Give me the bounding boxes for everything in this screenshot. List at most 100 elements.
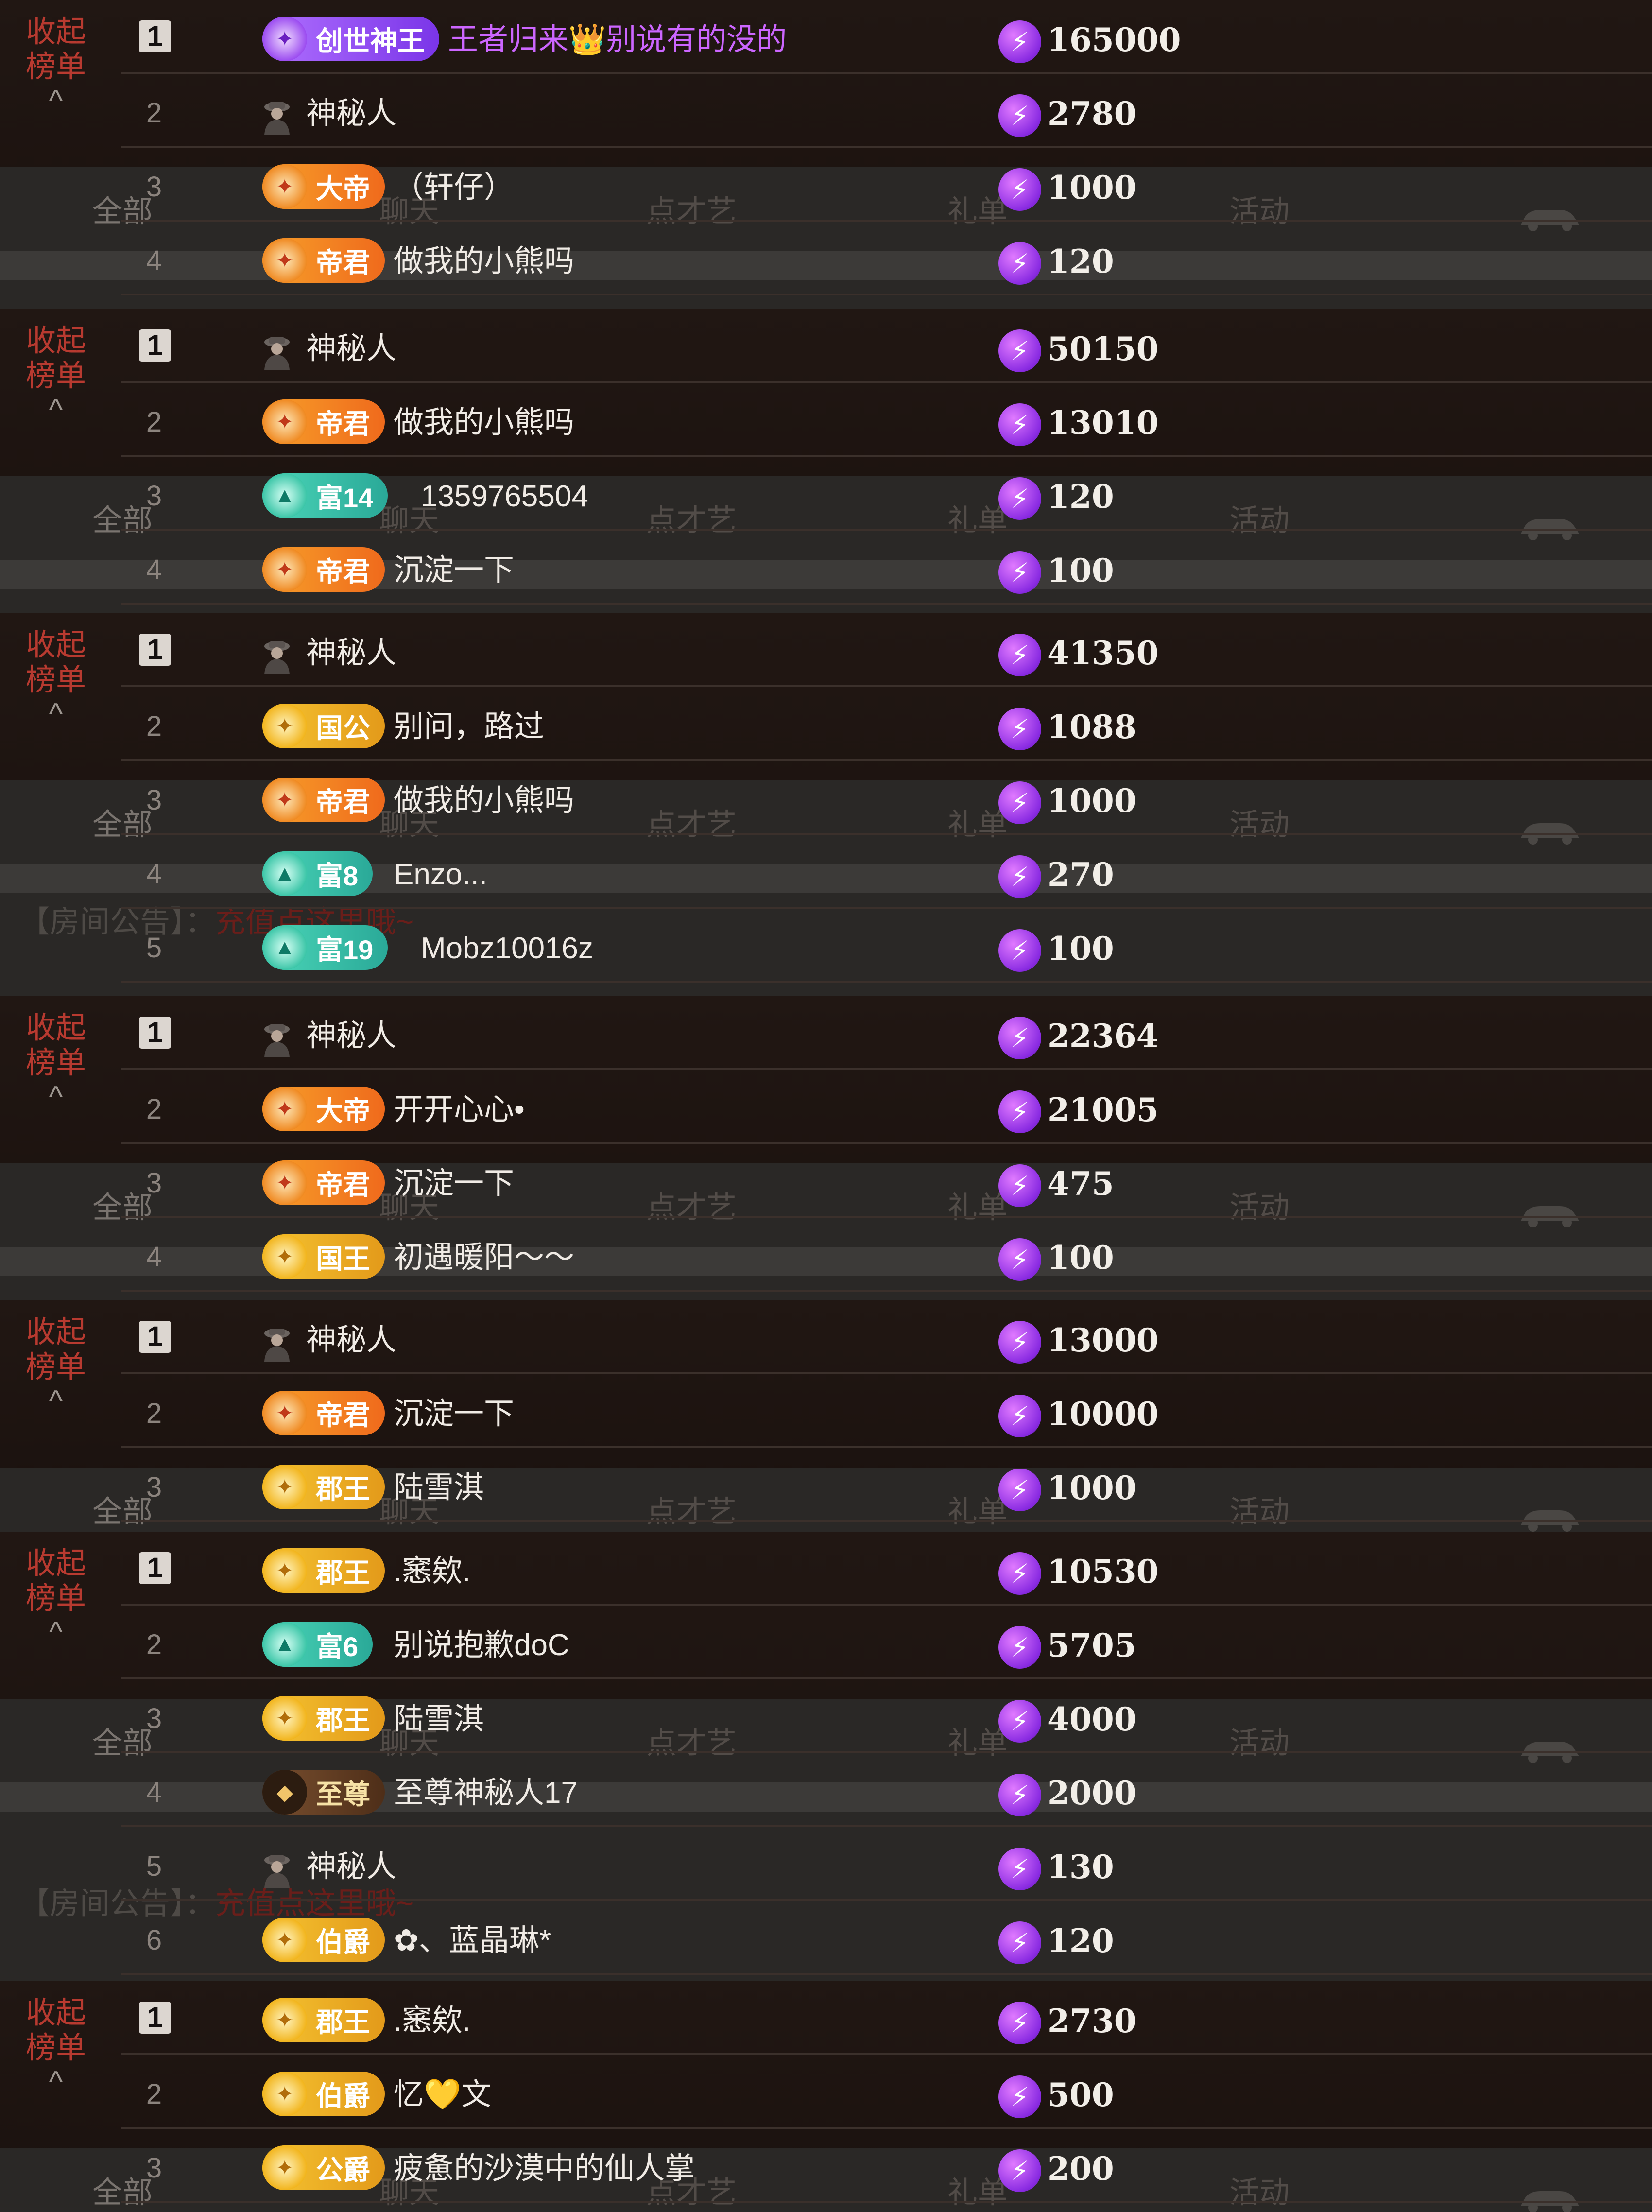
rank-number: 2 [146, 97, 162, 129]
contribution-score: 1088 [1047, 708, 1136, 746]
level-badge: ✦ 郡王 [262, 1998, 385, 2042]
leaderboard-row[interactable]: 3 ✦ 大帝 （轩仔） ⚡ 1000 [0, 148, 1652, 222]
user-name[interactable]: 神秘人 [306, 327, 396, 371]
user-name[interactable]: 沉淀一下 [394, 548, 514, 593]
leaderboard-row[interactable]: 6 ✦ 伯爵 ✿、蓝晶琳* ⚡ 120 [0, 1901, 1652, 1975]
contribution-score: 2780 [1047, 95, 1136, 133]
badge-label: 帝君 [316, 1400, 370, 1431]
leaderboard-row[interactable]: 3 ✦ 帝君 沉淀一下 ⚡ 475 [0, 1144, 1652, 1218]
user-name[interactable]: 忆💛文 [394, 2073, 491, 2117]
contribution-score: 270 [1047, 856, 1114, 894]
gift-lightning-icon: ⚡ [998, 94, 1041, 137]
contribution-score: 100 [1047, 930, 1114, 968]
leaderboard-row[interactable]: 1 ✦ 创世神王 王者归来👑别说有的没的 ⚡ 165000 [0, 0, 1652, 74]
leaderboard-row[interactable]: 3 ▲ 富14 1359765504 ⚡ 120 [0, 457, 1652, 531]
user-name[interactable]: 神秘人 [306, 631, 396, 675]
gift-lightning-icon: ⚡ [998, 1552, 1041, 1595]
leaderboard-row[interactable]: 1 神秘人 ⚡ 13000 [0, 1300, 1652, 1374]
leaderboard-row[interactable]: 1 神秘人 ⚡ 41350 [0, 613, 1652, 687]
contribution-score: 500 [1047, 2076, 1114, 2114]
user-name[interactable]: 做我的小熊吗 [394, 778, 574, 823]
wealth-icon: ▲ [262, 473, 307, 518]
level-badge: ✦ 大帝 [262, 164, 385, 209]
user-name[interactable]: （轩仔） [394, 165, 514, 210]
contribution-score: 1000 [1047, 1469, 1136, 1507]
user-name[interactable]: 别说抱歉doC [394, 1623, 569, 1668]
badge-label: 国王 [316, 1243, 370, 1274]
leaderboard-row[interactable]: 2 ▲ 富6 别说抱歉doC ⚡ 5705 [0, 1606, 1652, 1679]
rank-number: 2 [146, 710, 162, 742]
user-name[interactable]: 陆雪淇 [394, 1697, 484, 1742]
gift-lightning-icon: ⚡ [998, 781, 1041, 824]
leaderboard-row[interactable]: 2 神秘人 ⚡ 2780 [0, 74, 1652, 148]
user-name[interactable]: 神秘人 [306, 1014, 396, 1058]
leaderboard-row[interactable]: 2 ✦ 帝君 沉淀一下 ⚡ 10000 [0, 1374, 1652, 1448]
contribution-score: 475 [1047, 1165, 1114, 1203]
leaderboard-panel: 全部 聊天 点才艺 礼单 活动 收起 榜单 ^ 1 ✦ 郡王 .窸欸. ⚡ 2730 2 ✦ 伯爵 忆💛文 ⚡ 500… [0, 1981, 1652, 2212]
user-name[interactable]: 沉淀一下 [394, 1161, 514, 1206]
noble-icon: ✦ [262, 2072, 307, 2116]
leaderboard-row[interactable]: 3 ✦ 帝君 做我的小熊吗 ⚡ 1000 [0, 761, 1652, 835]
level-badge: ✦ 大帝 [262, 1087, 385, 1131]
level-badge: ✦ 郡王 [262, 1548, 385, 1593]
leaderboard-row[interactable]: 4 ✦ 帝君 做我的小熊吗 ⚡ 120 [0, 222, 1652, 295]
emperor-icon: ✦ [262, 1160, 307, 1205]
user-name[interactable]: 陆雪淇 [394, 1466, 484, 1510]
contribution-score: 5705 [1047, 1626, 1136, 1664]
level-badge: ▲ 富19 [262, 925, 388, 970]
user-name[interactable]: 王者归来👑别说有的没的 [448, 17, 787, 62]
user-name[interactable]: 别问，路过 [394, 705, 544, 749]
gift-lightning-icon: ⚡ [998, 708, 1041, 750]
user-name[interactable]: 做我的小熊吗 [394, 400, 574, 445]
row-divider [121, 603, 1652, 605]
level-badge: ✦ 郡王 [262, 1696, 385, 1741]
leaderboard-row[interactable]: 4 ✦ 国王 初遇暖阳～～ ⚡ 100 [0, 1218, 1652, 1292]
leaderboard-row[interactable]: 5 神秘人 ⚡ 130 [0, 1827, 1652, 1901]
user-name[interactable]: 沉淀一下 [394, 1392, 514, 1436]
level-badge: ✦ 国王 [262, 1234, 385, 1279]
user-name[interactable]: Mobz10016z [421, 926, 593, 971]
user-name[interactable]: ✿、蓝晶琳* [394, 1918, 551, 1963]
leaderboard-row[interactable]: 4 ✦ 帝君 沉淀一下 ⚡ 100 [0, 531, 1652, 605]
rank-number: 1 [139, 634, 171, 666]
leaderboard-row[interactable]: 5 ▲ 富19 Mobz10016z ⚡ 100 [0, 909, 1652, 983]
badge-label: 郡王 [316, 1473, 370, 1504]
gift-lightning-icon: ⚡ [998, 1395, 1041, 1437]
user-name[interactable]: .窸欸. [394, 1999, 470, 2043]
supreme-icon: ◆ [262, 1770, 307, 1815]
leaderboard-row[interactable]: 2 ✦ 大帝 开开心心• ⚡ 21005 [0, 1070, 1652, 1144]
level-badge: ✦ 伯爵 [262, 1918, 385, 1962]
contribution-score: 2000 [1047, 1774, 1136, 1812]
leaderboard-row[interactable]: 4 ◆ 至尊 至尊神秘人17 ⚡ 2000 [0, 1753, 1652, 1827]
leaderboard-row[interactable]: 1 神秘人 ⚡ 50150 [0, 309, 1652, 383]
level-badge: ▲ 富6 [262, 1622, 373, 1667]
user-name[interactable]: 初遇暖阳～～ [394, 1235, 574, 1280]
user-name[interactable]: 至尊神秘人17 [394, 1771, 578, 1815]
user-name[interactable]: 神秘人 [306, 1845, 396, 1889]
leaderboard-row[interactable]: 1 ✦ 郡王 .窸欸. ⚡ 2730 [0, 1981, 1652, 2055]
user-name[interactable]: 疲惫的沙漠中的仙人掌 [394, 2146, 695, 2191]
user-name[interactable]: 做我的小熊吗 [394, 239, 574, 284]
leaderboard-row[interactable]: 3 ✦ 公爵 疲惫的沙漠中的仙人掌 ⚡ 200 [0, 2129, 1652, 2203]
leaderboard-row[interactable]: 4 ▲ 富8 Enzo... ⚡ 270 [0, 835, 1652, 909]
user-name[interactable]: 开开心心• [394, 1088, 525, 1132]
gift-lightning-icon: ⚡ [998, 1090, 1041, 1133]
user-name[interactable]: 神秘人 [306, 91, 396, 136]
user-name[interactable]: 神秘人 [306, 1318, 396, 1363]
badge-label: 帝君 [316, 408, 370, 439]
leaderboard-row[interactable]: 1 神秘人 ⚡ 22364 [0, 996, 1652, 1070]
leaderboard-row[interactable]: 2 ✦ 帝君 做我的小熊吗 ⚡ 13010 [0, 383, 1652, 457]
row-divider [121, 981, 1652, 983]
contribution-score: 22364 [1047, 1017, 1159, 1055]
mystery-user-icon [258, 1020, 296, 1058]
level-badge: ✦ 创世神王 [262, 17, 439, 61]
user-name[interactable]: 1359765504 [421, 474, 588, 519]
leaderboard-row[interactable]: 2 ✦ 国公 别问，路过 ⚡ 1088 [0, 687, 1652, 761]
leaderboard-row[interactable]: 3 ✦ 郡王 陆雪淇 ⚡ 1000 [0, 1448, 1652, 1522]
leaderboard-row[interactable]: 2 ✦ 伯爵 忆💛文 ⚡ 500 [0, 2055, 1652, 2129]
user-name[interactable]: Enzo... [394, 852, 487, 897]
leaderboard-row[interactable]: 1 ✦ 郡王 .窸欸. ⚡ 10530 [0, 1532, 1652, 1606]
leaderboard-row[interactable]: 3 ✦ 郡王 陆雪淇 ⚡ 4000 [0, 1679, 1652, 1753]
user-name[interactable]: .窸欸. [394, 1549, 470, 1594]
gift-lightning-icon: ⚡ [998, 20, 1041, 63]
